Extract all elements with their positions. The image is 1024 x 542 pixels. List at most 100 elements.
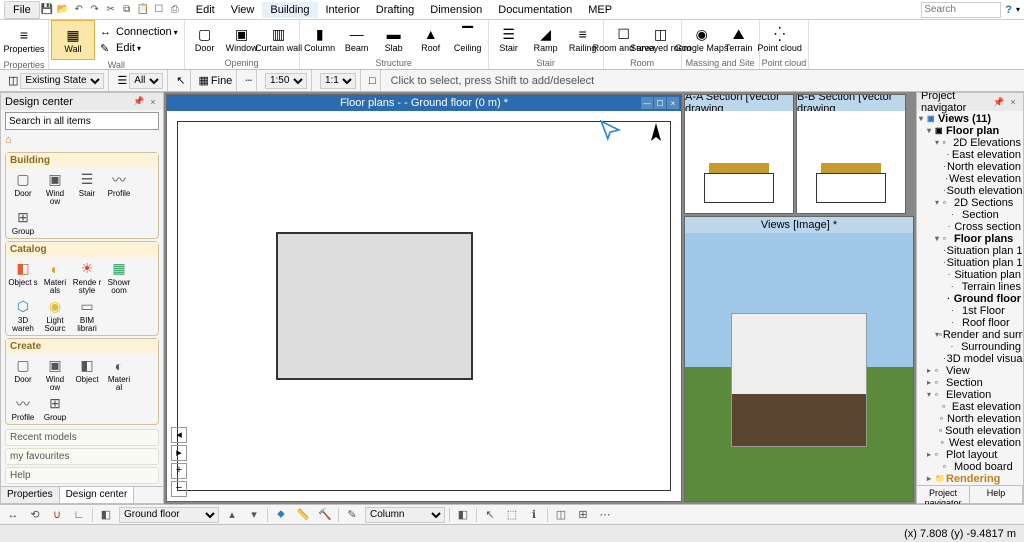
mode-icon[interactable]: □ — [369, 75, 376, 87]
tree-node-render-and-surrounding[interactable]: ▾▫Render and surrounding — [917, 329, 1023, 341]
stair-button[interactable]: ☰Stair — [491, 22, 527, 56]
tool-measure-icon[interactable]: 📏 — [294, 507, 312, 523]
edit-button[interactable]: ✎Edit▾ — [96, 40, 182, 56]
copy-icon[interactable]: ⧉ — [120, 3, 134, 17]
tab-help[interactable]: Help — [970, 486, 1023, 503]
tree-node-ground-floor[interactable]: ·Ground floor — [917, 293, 1023, 305]
dc-link-my-favourites[interactable]: my favourites — [5, 448, 159, 465]
nav-left-icon[interactable]: ◂ — [171, 427, 187, 443]
close-icon[interactable]: × — [667, 97, 679, 109]
minimize-icon[interactable]: — — [641, 97, 653, 109]
tree-node-north-elevation[interactable]: ·North elevation — [917, 161, 1023, 173]
help-icon[interactable]: ? — [1005, 4, 1012, 16]
scale1-select[interactable]: 1:50 — [265, 73, 307, 89]
tool-grid-icon[interactable]: ⊞ — [574, 507, 592, 523]
ceiling-button[interactable]: ▔Ceiling — [450, 22, 486, 56]
beam-button[interactable]: —Beam — [339, 22, 375, 56]
print-icon[interactable]: ⎙ — [168, 3, 182, 17]
dc-tool-bim-library[interactable]: ▭BIM librari — [72, 297, 102, 333]
tool-move-icon[interactable]: ↔ — [4, 507, 22, 523]
dc-tool-material-c[interactable]: ◐Materi al — [104, 356, 134, 392]
terrain-button[interactable]: ⛰Terrain — [721, 22, 757, 56]
tree-node-plot-layout[interactable]: ▸▫Plot layout — [917, 449, 1023, 461]
dc-link-help[interactable]: Help — [5, 467, 159, 484]
tool-up-icon[interactable]: ▴ — [223, 507, 241, 523]
dc-tool-render-style[interactable]: ☀Rende r style — [72, 259, 102, 295]
tool-eraser-icon[interactable]: ◧ — [454, 507, 472, 523]
curtain-wall-button[interactable]: ▥Curtain wall — [261, 22, 297, 56]
tree-node-floor-plans[interactable]: ▾▫Floor plans — [917, 233, 1023, 245]
dc-section-catalog[interactable]: Catalog — [6, 242, 158, 257]
tool-down-icon[interactable]: ▾ — [245, 507, 263, 523]
menu-building[interactable]: Building — [262, 2, 317, 18]
dc-tool-stair[interactable]: ☰Stair — [72, 170, 102, 206]
tree-node-rendering[interactable]: ▸📁Rendering — [917, 473, 1023, 485]
arrow-icon[interactable]: ↖ — [176, 74, 185, 87]
layer-select[interactable]: All — [129, 73, 163, 89]
tree-node-situation-plan-1-250[interactable]: ·Situation plan 1:250 — [917, 245, 1023, 257]
dc-section-create[interactable]: Create — [6, 339, 158, 354]
view-title-section-b[interactable]: B-B Section [Vector drawing — [797, 95, 905, 111]
connection-button[interactable]: ↔Connection▾ — [96, 24, 182, 40]
save-icon[interactable]: 💾 — [40, 3, 54, 17]
dc-tool-objects[interactable]: ◧Object s — [8, 259, 38, 295]
open-icon[interactable]: 📂 — [56, 3, 70, 17]
tool-select-icon[interactable]: ⬚ — [503, 507, 521, 523]
door-button[interactable]: ▢Door — [187, 22, 223, 56]
close-icon[interactable]: × — [1007, 96, 1019, 108]
dc-tool-door-c[interactable]: ▢Door — [8, 356, 38, 392]
tree-node-situation-plan-1-500[interactable]: ·Situation plan 1:500 — [917, 257, 1023, 269]
tool-mode-select[interactable]: Column — [365, 507, 445, 523]
view-title-main[interactable]: Floor plans - - Ground floor (0 m) * —☐× — [167, 95, 681, 111]
section-b-canvas[interactable] — [797, 111, 905, 213]
dc-tool-showroom[interactable]: ▦Showr oom — [104, 259, 134, 295]
tree-node-south-elevation[interactable]: ·South elevation — [917, 185, 1023, 197]
tree-node-1st-floor[interactable]: ·1st Floor — [917, 305, 1023, 317]
maximize-icon[interactable]: ☐ — [654, 97, 666, 109]
scale2-select[interactable]: 1:1 — [320, 73, 356, 89]
menu-file[interactable]: File — [4, 1, 40, 19]
tool-level-icon[interactable]: ◧ — [97, 507, 115, 523]
ramp-button[interactable]: ◢Ramp — [528, 22, 564, 56]
tree-node-south-elevation[interactable]: ▫South elevation — [917, 425, 1023, 437]
dc-tool-profile[interactable]: 〰Profile — [104, 170, 134, 206]
tree-node-north-elevation[interactable]: ▫North elevation — [917, 413, 1023, 425]
tree-node-cross-section[interactable]: ·Cross section — [917, 221, 1023, 233]
paste-icon[interactable]: 📋 — [136, 3, 150, 17]
menu-drafting[interactable]: Drafting — [368, 2, 423, 18]
search-input[interactable] — [921, 2, 1001, 18]
tab-project-navigator[interactable]: Project navigator — [917, 486, 970, 503]
dc-tool-group-c[interactable]: ⊞Group — [40, 394, 70, 422]
dc-tool-light-source[interactable]: ◉Light Sourc — [40, 297, 70, 333]
grid-icon[interactable]: ▦ — [199, 74, 209, 87]
tool-pointer-icon[interactable]: ↖ — [481, 507, 499, 523]
dc-tool-window[interactable]: ▣Wind ow — [40, 170, 70, 206]
state-select[interactable]: Existing State — [20, 73, 104, 89]
dc-tool-materials[interactable]: ◐Materi als — [40, 259, 70, 295]
tool-ortho-icon[interactable]: ∟ — [70, 507, 88, 523]
tree-node-section[interactable]: ▸▫Section — [917, 377, 1023, 389]
dropdown-icon[interactable]: ▾ — [1016, 5, 1020, 14]
zoom-in-icon[interactable]: + — [171, 463, 187, 479]
tool-pencil-icon[interactable]: ✎ — [343, 507, 361, 523]
tree-node-mood-board[interactable]: ▫Mood board — [917, 461, 1023, 473]
tool-info-icon[interactable]: ℹ — [525, 507, 543, 523]
pin-icon[interactable]: 📌 — [993, 96, 1005, 108]
slab-button[interactable]: ▬Slab — [376, 22, 412, 56]
tree-node-3d-model-visuals[interactable]: ·3D model visuals — [917, 353, 1023, 365]
tree-node-situation-plan[interactable]: ·Situation plan — [917, 269, 1023, 281]
dc-tool-group[interactable]: ⊞Group — [8, 208, 38, 236]
menu-mep[interactable]: MEP — [580, 2, 620, 18]
floor-select[interactable]: Ground floor — [119, 507, 219, 523]
surveyed-room-button[interactable]: ◫Surveyed room — [643, 22, 679, 56]
tree-node-roof-floor[interactable]: ·Roof floor — [917, 317, 1023, 329]
tree-node-east-elevation[interactable]: ▫East elevation — [917, 401, 1023, 413]
dc-tool-window-c[interactable]: ▣Wind ow — [40, 356, 70, 392]
tree-node-elevation[interactable]: ▾▫Elevation — [917, 389, 1023, 401]
dc-search-input[interactable] — [5, 112, 159, 130]
tree-root[interactable]: ▾▣Views (11) — [917, 113, 1023, 125]
dc-tool-object-c[interactable]: ◧Object — [72, 356, 102, 392]
point-cloud-button[interactable]: ⁛Point cloud — [762, 22, 798, 56]
google-maps-button[interactable]: ◉Google Maps — [684, 22, 720, 56]
menu-view[interactable]: View — [223, 2, 263, 18]
